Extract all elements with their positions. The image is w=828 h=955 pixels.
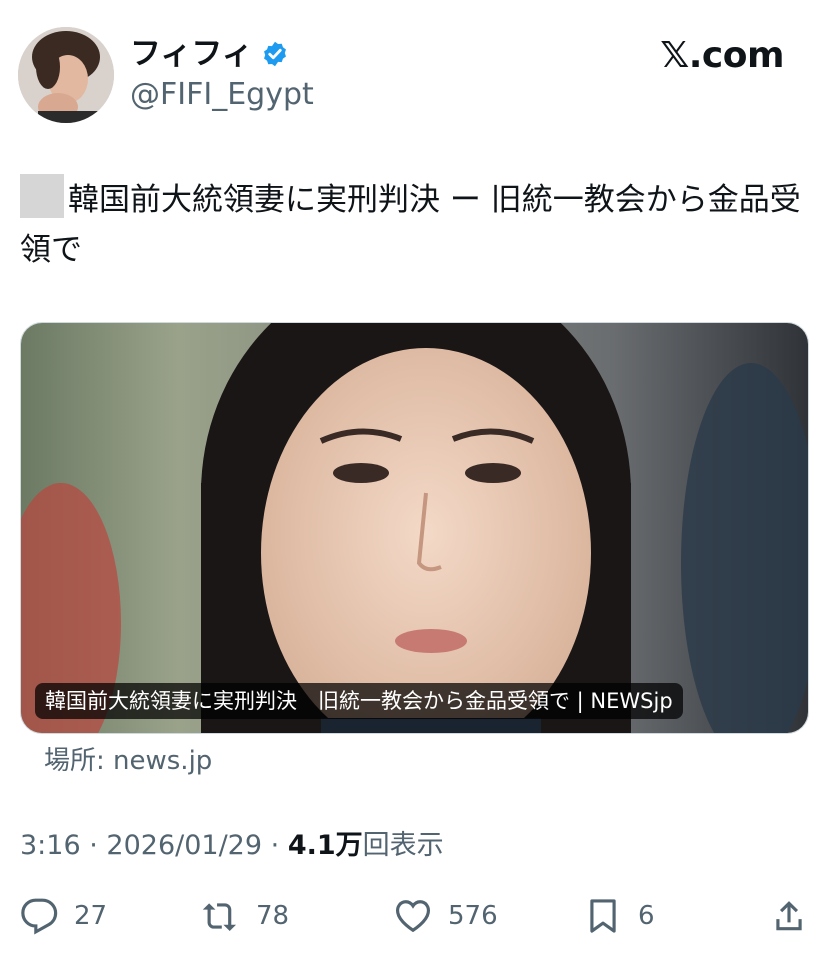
card-caption: 韓国前大統領妻に実刑判決 旧統一教会から金品受領で | NEWSjp [35,683,683,719]
display-name-text: フィフィ [130,36,253,72]
share-button[interactable] [770,894,808,938]
emoji-placeholder-icon [20,174,64,218]
tweet-meta: 3:16 · 2026/01/29 · 4.1万回表示 [20,826,444,866]
repost-icon [202,903,237,932]
views-label: 回表示 [362,830,444,861]
like-button[interactable]: 576 [394,894,498,938]
heart-icon [395,900,431,933]
avatar[interactable] [18,27,114,123]
bookmark-count: 6 [638,901,655,931]
x-brand-logo: 𝕏.com [660,35,784,76]
reply-count: 27 [74,901,108,931]
tweet-text: 韓国前大統領妻に実刑判決 ー 旧統一教会から金品受領で [20,174,810,275]
avatar-image [18,27,114,123]
tweet-time[interactable]: 3:16 [20,830,81,861]
views-count: 4.1万 [287,830,363,861]
reply-button[interactable]: 27 [20,894,107,938]
meta-separator: · [270,830,280,861]
bookmark-icon [590,899,616,933]
reply-icon [21,898,58,935]
card-photo [21,323,808,733]
like-count: 576 [448,901,498,931]
card-source[interactable]: 場所: news.jp [44,743,212,779]
verified-badge-icon [263,41,286,67]
tweet-text-body: 韓国前大統領妻に実刑判決 ー 旧統一教会から金品受領で [20,182,801,268]
share-icon [776,901,802,931]
link-card[interactable]: 韓国前大統領妻に実刑判決 旧統一教会から金品受領で | NEWSjp [20,322,809,734]
repost-button[interactable]: 78 [202,894,289,938]
bookmark-button[interactable]: 6 [584,894,655,938]
tweet-screenshot: フィフィ @FIFI_Egypt 𝕏.com 韓国前大統領妻に実刑判決 ー 旧統… [0,0,828,955]
tweet-date[interactable]: 2026/01/29 [106,830,262,861]
repost-count: 78 [256,901,290,931]
meta-separator: · [89,830,98,861]
display-name[interactable]: フィフィ [130,34,289,74]
user-handle[interactable]: @FIFI_Egypt [130,76,314,114]
